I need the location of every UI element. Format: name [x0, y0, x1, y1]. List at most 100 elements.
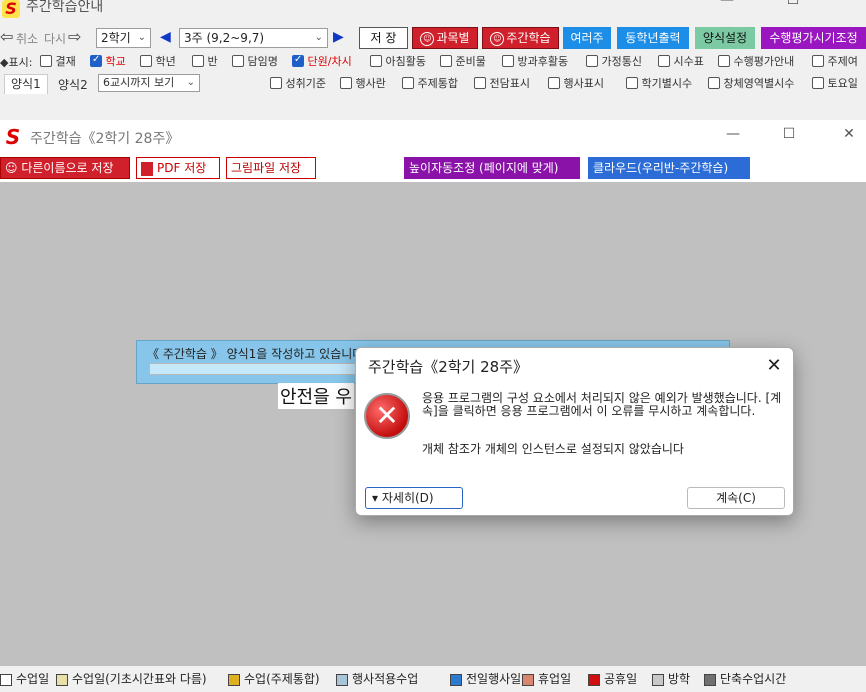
same-grade-print-button[interactable]: 동학년출력 — [617, 27, 689, 49]
checkbox[interactable] — [708, 77, 720, 89]
display-option-event-column[interactable]: 행사란 — [340, 75, 386, 91]
display-option-unit[interactable]: 단원/차시 — [292, 53, 352, 69]
checkbox[interactable] — [548, 77, 560, 89]
display-option-grade[interactable]: 학년 — [140, 53, 176, 69]
display-option-event-mark[interactable]: 행사표시 — [548, 75, 604, 91]
display-option-morning[interactable]: 아침활동 — [370, 53, 426, 69]
display-option-teacher[interactable]: 담임명 — [232, 53, 278, 69]
checkbox[interactable] — [270, 77, 282, 89]
close-icon[interactable]: ✕ — [761, 354, 787, 378]
subject-button[interactable]: ☺ 과목별 — [412, 27, 478, 49]
display-option-saturday[interactable]: 토요일 — [812, 75, 858, 91]
continue-button[interactable]: 계속(C) — [687, 487, 785, 509]
close-button[interactable]: ✕ — [834, 126, 864, 142]
display-option-hours[interactable]: 시수표 — [658, 53, 704, 69]
checkbox[interactable] — [474, 77, 486, 89]
app-logo: S — [2, 0, 20, 18]
display-option-theme-integration[interactable]: 주제통합 — [402, 75, 458, 91]
display-option-school[interactable]: 학교 — [90, 53, 126, 69]
display-option-assessment-guide[interactable]: 수행평가안내 — [718, 53, 794, 69]
maximize-button[interactable]: ☐ — [774, 126, 804, 142]
undo-link[interactable]: 취소 — [16, 30, 38, 47]
checkbox[interactable] — [502, 55, 514, 67]
app-logo: S — [5, 125, 21, 149]
legend-swatch — [652, 673, 664, 686]
back-arrow-icon[interactable]: ⇦ — [0, 27, 13, 46]
next-week-arrow-icon[interactable]: ▶ — [333, 29, 344, 45]
checkbox[interactable] — [40, 55, 52, 67]
display-option-afterschool[interactable]: 방과후활동 — [502, 53, 568, 69]
forward-arrow-icon[interactable]: ⇨ — [68, 27, 81, 46]
checkbox[interactable] — [370, 55, 382, 67]
semester-select-value: 2학기 — [101, 31, 131, 45]
option-label: 전담표시 — [489, 77, 530, 90]
multi-week-button[interactable]: 여러주 — [563, 27, 611, 49]
display-option-theme[interactable]: 주제여 — [812, 53, 858, 69]
option-label: 주제여 — [827, 55, 858, 68]
checkbox[interactable] — [812, 77, 824, 89]
cloud-button[interactable]: 클라우드(우리반-주간학습) — [588, 157, 750, 179]
display-option-achievement[interactable]: 성취기준 — [270, 75, 326, 91]
weekly-study-button[interactable]: ☺ 주간학습 — [482, 27, 559, 49]
option-label: 방과후활동 — [517, 55, 569, 68]
checkbox[interactable] — [440, 55, 452, 67]
checkbox-checked[interactable] — [90, 54, 102, 67]
format-settings-button[interactable]: 양식설정 — [695, 27, 755, 49]
checkbox[interactable] — [586, 55, 598, 67]
dialog-detail: 개체 참조가 개체의 인스턴스로 설정되지 않았습니다 — [422, 442, 684, 456]
image-save-button[interactable]: 그림파일 저장 — [226, 157, 316, 179]
option-label: 학교 — [105, 55, 126, 68]
checkbox[interactable] — [626, 77, 638, 89]
chevron-down-icon: ⌄ — [314, 32, 323, 43]
display-option-home-notice[interactable]: 가정통신 — [586, 53, 642, 69]
week-select[interactable]: 3주 (9,2~9,7) ⌄ — [179, 28, 328, 48]
option-label: 아침활동 — [385, 55, 426, 68]
display-option-supplies[interactable]: 준비물 — [440, 53, 486, 69]
display-option-class[interactable]: 반 — [192, 53, 218, 69]
chevron-down-icon: ⌄ — [137, 32, 146, 43]
assessment-timing-button[interactable]: 수행평가시기조정 — [761, 27, 866, 49]
progress-text: 《 주간학습 》 양식1을 작성하고 있습니다 — [147, 347, 364, 361]
display-option-semester-hours[interactable]: 학기별시수 — [626, 75, 692, 91]
display-option-creative-hours[interactable]: 창체영역별시수 — [708, 75, 794, 91]
save-button[interactable]: 저 장 — [359, 27, 408, 49]
week-select-value: 3주 (9,2~9,7) — [184, 31, 265, 45]
checkbox[interactable] — [192, 55, 204, 67]
legend-item: 수업일(기초시간표와 다름) — [56, 670, 207, 687]
minimize-button[interactable]: — — [718, 126, 748, 142]
checkbox[interactable] — [232, 55, 244, 67]
period-select[interactable]: 6교시까지 보기 ⌄ — [98, 74, 200, 92]
background-text: 안전을 우 — [278, 383, 354, 409]
option-label: 행사란 — [355, 77, 386, 90]
tab-format2[interactable]: 양식2 — [52, 76, 94, 96]
redo-link[interactable]: 다시 — [44, 30, 66, 47]
weekly-study-icon: ☺ — [490, 31, 505, 46]
details-button[interactable]: ▾ 자세히(D) — [365, 487, 463, 509]
semester-select[interactable]: 2학기 ⌄ — [96, 28, 151, 48]
checkbox[interactable] — [340, 77, 352, 89]
maximize-button[interactable]: ☐ — [778, 0, 808, 8]
main-window-title: 주간학습안내 — [26, 0, 104, 15]
minimize-button[interactable]: — — [712, 0, 742, 8]
checkbox[interactable] — [718, 55, 730, 67]
option-label: 학기별시수 — [641, 77, 693, 90]
display-option-approval[interactable]: 결재 — [40, 53, 76, 69]
auto-height-button[interactable]: 높이자동조정 (페이지에 맞게) — [404, 157, 580, 179]
checkbox[interactable] — [140, 55, 152, 67]
display-options-row1: ◆표시: 결재 학교 학년 반 담임명 단원/차시 아침활동 — [0, 52, 866, 72]
checkbox-checked[interactable] — [292, 54, 304, 67]
checkbox[interactable] — [402, 77, 414, 89]
display-option-dedicated[interactable]: 전담표시 — [474, 75, 530, 91]
save-as-button[interactable]: ☺ 다른이름으로 저장 — [0, 157, 130, 179]
main-window: S 주간학습안내 — ☐ ⇦ 취소 다시 ⇨ 2학기 ⌄ ◀ 3주 (9,2~9… — [0, 0, 866, 120]
pdf-save-button[interactable]: PDF 저장 — [136, 157, 220, 179]
legend-item: 방학 — [652, 670, 690, 687]
legend-item: 행사적용수업 — [336, 670, 418, 687]
prev-week-arrow-icon[interactable]: ◀ — [160, 29, 171, 45]
tab-format1[interactable]: 양식1 — [4, 74, 48, 94]
checkbox[interactable] — [658, 55, 670, 67]
chevron-down-icon: ▾ — [372, 491, 379, 505]
checkbox[interactable] — [812, 55, 824, 67]
period-select-value: 6교시까지 보기 — [103, 76, 175, 89]
progress-fill — [150, 364, 361, 374]
